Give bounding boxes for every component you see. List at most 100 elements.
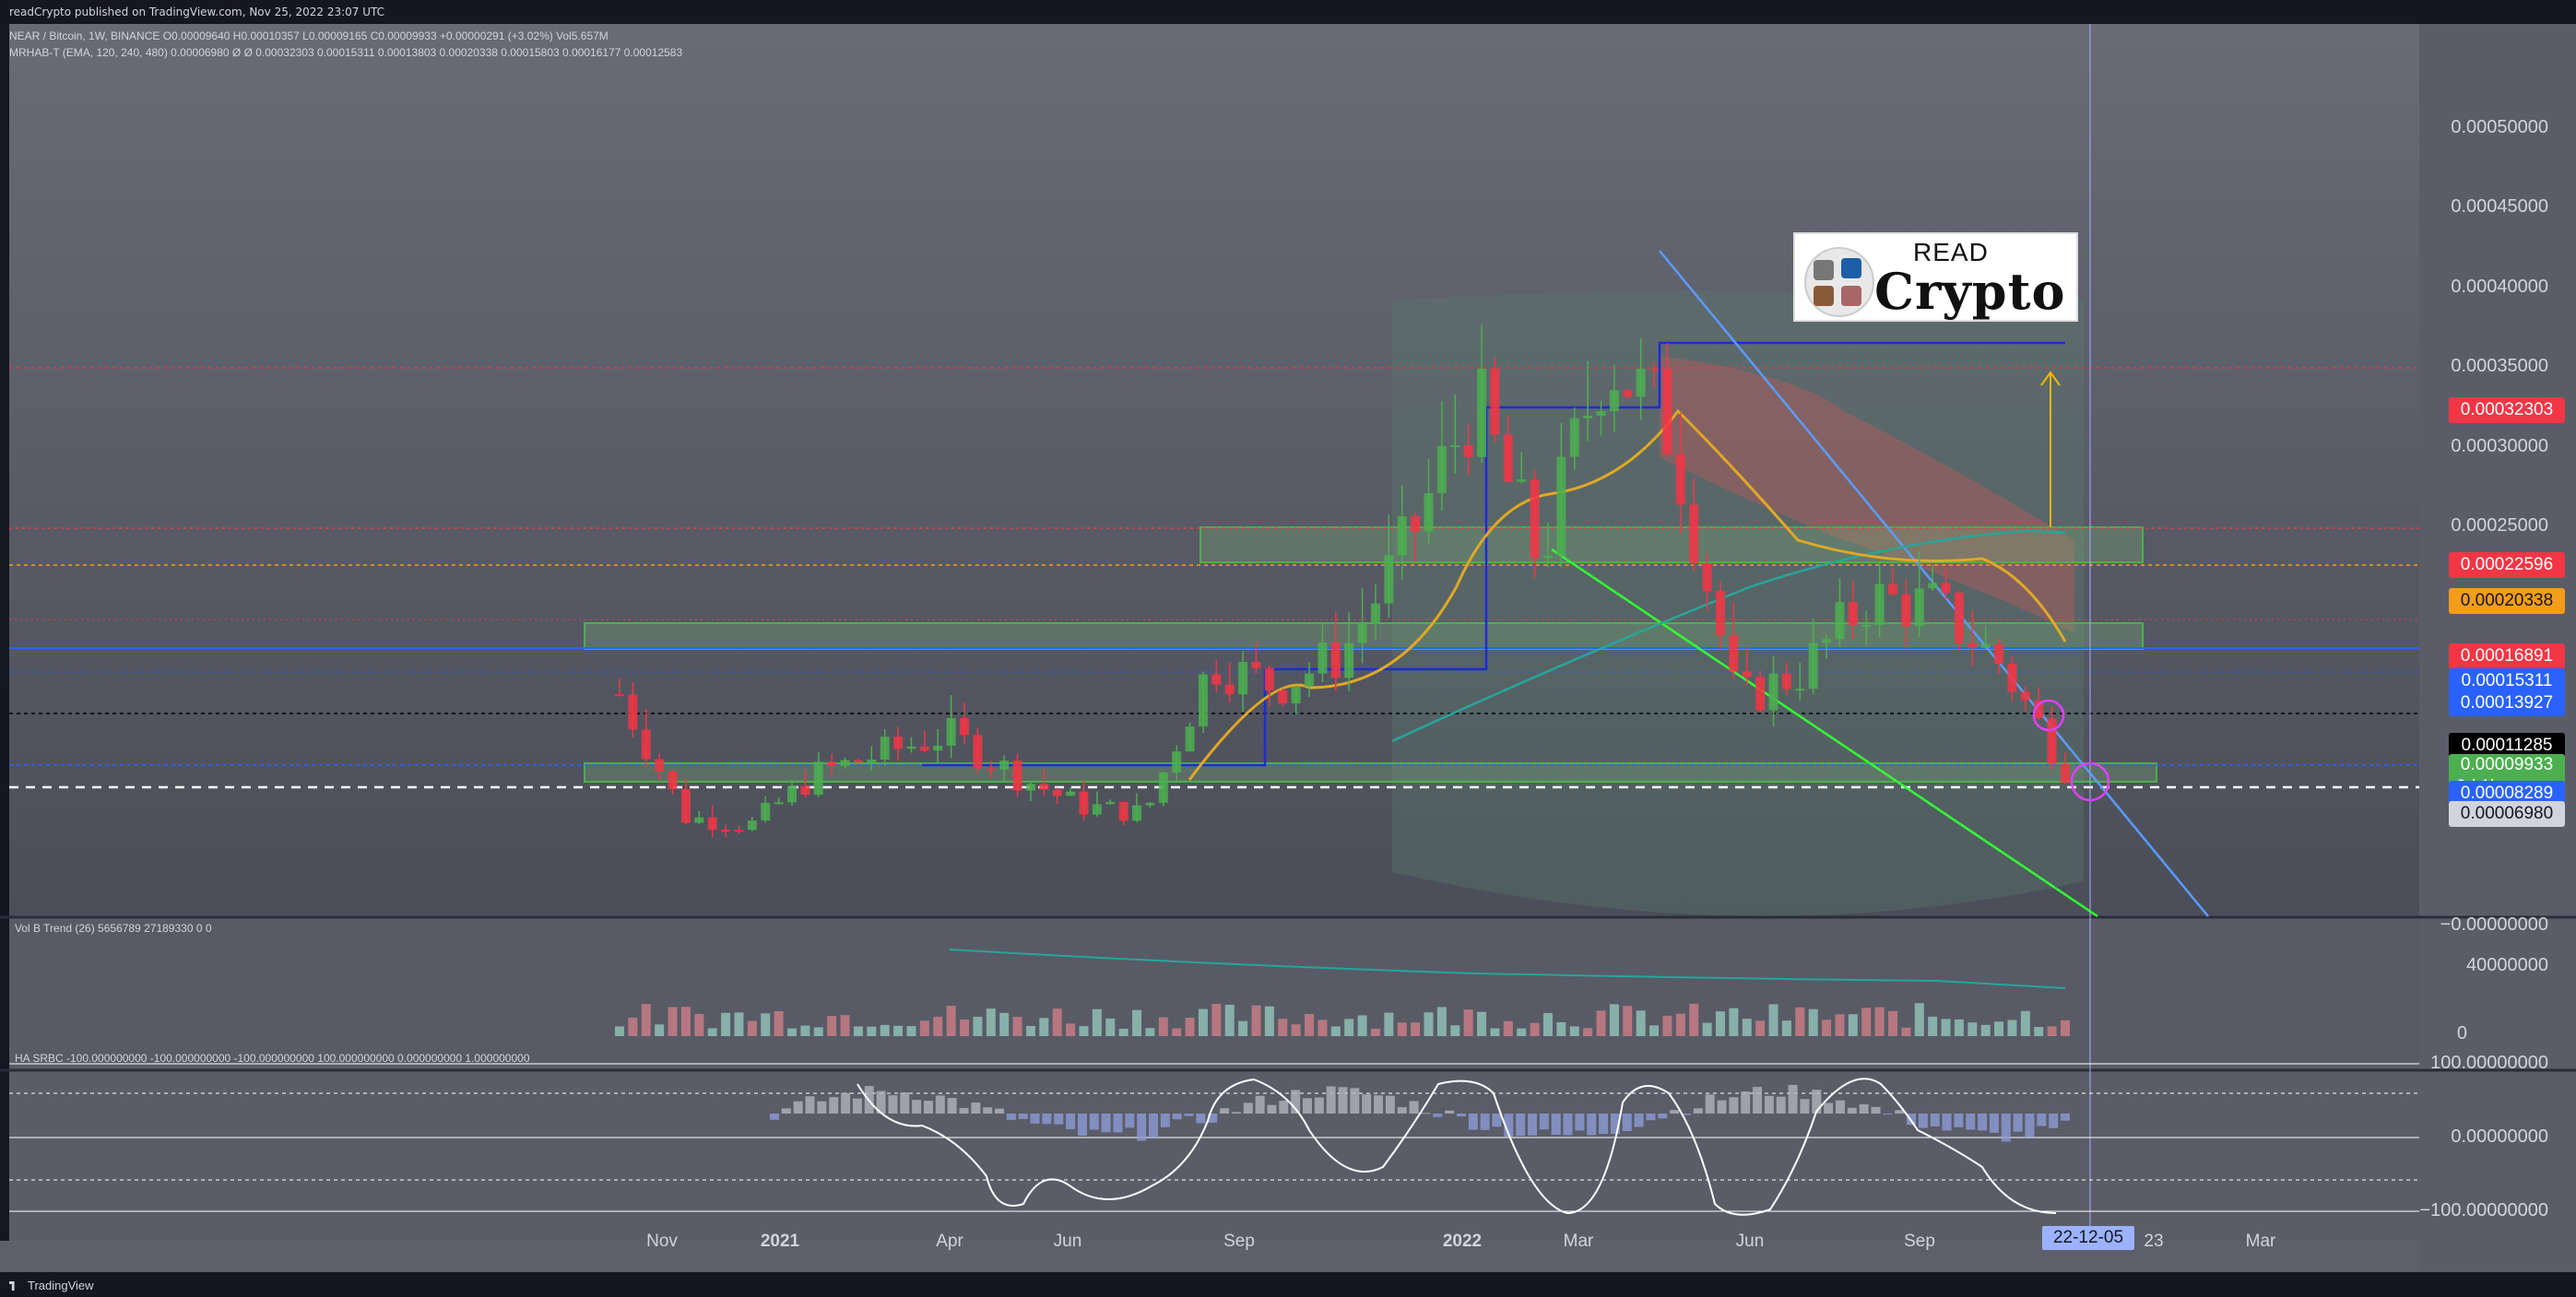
volume-bar bbox=[1172, 1028, 1182, 1036]
ha-legend: HA SRBC -100.000000000 -100.000000000 -1… bbox=[15, 1052, 530, 1065]
ha-bar bbox=[1267, 1104, 1277, 1114]
volume-bar bbox=[840, 1015, 850, 1036]
volume-bar bbox=[1224, 1004, 1235, 1036]
volume-bar bbox=[999, 1012, 1010, 1036]
volume-bar bbox=[1675, 1013, 1685, 1036]
volume-bar bbox=[1370, 1028, 1380, 1036]
volume-bar bbox=[2020, 1010, 2030, 1036]
volume-bar bbox=[1477, 1011, 1487, 1036]
time-tick: Mar bbox=[1563, 1232, 1594, 1251]
volume-bar bbox=[1715, 1011, 1725, 1036]
ha-bar bbox=[1220, 1108, 1230, 1114]
price-tick: 0.00035000 bbox=[2451, 356, 2548, 377]
candle-body bbox=[1251, 662, 1261, 668]
candle-body bbox=[999, 761, 1010, 770]
ha-bar bbox=[1184, 1114, 1194, 1116]
volume-bar bbox=[641, 1004, 651, 1036]
volume-bar bbox=[1636, 1010, 1646, 1036]
volume-bar bbox=[867, 1026, 877, 1036]
candle-body bbox=[933, 745, 943, 751]
ha-bar bbox=[1030, 1114, 1040, 1124]
ha-bar bbox=[1445, 1110, 1455, 1114]
time-tick: 23 bbox=[2144, 1232, 2164, 1251]
candle-body bbox=[1649, 368, 1660, 371]
chart-canvas[interactable] bbox=[0, 24, 2576, 1272]
volume-bar bbox=[1954, 1019, 1964, 1036]
volume-bar bbox=[919, 1020, 929, 1036]
candle-body bbox=[1450, 445, 1460, 448]
ha-bar bbox=[1587, 1114, 1597, 1136]
candle-body bbox=[1835, 602, 1845, 640]
candle-body bbox=[1118, 801, 1128, 821]
candle-body bbox=[761, 802, 771, 821]
ha-bar bbox=[1480, 1114, 1490, 1130]
ha-bar bbox=[1942, 1114, 1952, 1131]
volume-bar bbox=[1291, 1024, 1301, 1036]
volume-bar bbox=[1980, 1024, 1991, 1036]
ha-tick: 100.00000000 bbox=[2430, 1053, 2548, 1073]
candle-body bbox=[1503, 434, 1513, 482]
ha-bar bbox=[1433, 1114, 1443, 1117]
volume-bar bbox=[906, 1026, 916, 1036]
candle-body bbox=[1330, 643, 1341, 678]
volume-bar bbox=[680, 1007, 691, 1036]
ha-bar bbox=[995, 1108, 1005, 1114]
volume-bar bbox=[707, 1028, 717, 1036]
ha-bar bbox=[1172, 1114, 1182, 1120]
candle-body bbox=[2020, 691, 2030, 701]
candle-body bbox=[680, 789, 691, 823]
ha-bar bbox=[1634, 1114, 1644, 1127]
candle-body bbox=[1291, 686, 1301, 704]
candle-body bbox=[721, 830, 731, 832]
ha-bar bbox=[1077, 1114, 1087, 1136]
volume-bar bbox=[1092, 1008, 1102, 1036]
ha-bar bbox=[1989, 1114, 1999, 1133]
vol-legend: Vol B Trend (26) 5656789 27189330 0 0 bbox=[15, 922, 212, 935]
volume-bar bbox=[774, 1010, 784, 1036]
time-tick: 2022 bbox=[1442, 1232, 1483, 1251]
volume-bar bbox=[1039, 1018, 1049, 1036]
volume-bar bbox=[1066, 1023, 1076, 1036]
ha-bar bbox=[852, 1098, 862, 1114]
ha-bar bbox=[829, 1097, 839, 1114]
volume-bar bbox=[1397, 1022, 1407, 1036]
price-tick: 0.00045000 bbox=[2451, 196, 2548, 218]
volume-bar bbox=[1901, 1027, 1911, 1036]
volume-bar bbox=[1530, 1022, 1540, 1036]
candle-body bbox=[1609, 390, 1619, 412]
price-label-text: 0.00008289 bbox=[2460, 783, 2554, 803]
candle-body bbox=[919, 746, 929, 751]
candle-body bbox=[1848, 602, 1858, 626]
volume-bar bbox=[800, 1025, 810, 1036]
volume-bar bbox=[734, 1012, 744, 1036]
price-label-text: 0.00032303 bbox=[2460, 399, 2554, 419]
candle-body bbox=[1636, 368, 1646, 397]
volume-bar bbox=[893, 1025, 904, 1036]
publish-text: readCrypto published on TradingView.com,… bbox=[9, 6, 385, 18]
volume-bar bbox=[1264, 1006, 1274, 1036]
candle-body bbox=[1370, 603, 1380, 623]
time-tick: Nov bbox=[646, 1232, 678, 1251]
candle-body bbox=[827, 761, 837, 766]
volume-bar bbox=[655, 1024, 665, 1036]
volume-bar bbox=[933, 1017, 943, 1036]
volume-bar bbox=[1835, 1014, 1845, 1036]
candle-body bbox=[1689, 504, 1699, 563]
volume-bar bbox=[880, 1024, 890, 1036]
candle-body bbox=[1079, 791, 1089, 815]
volume-bar bbox=[827, 1016, 837, 1036]
candle-body bbox=[734, 830, 744, 832]
volume-bar bbox=[1928, 1016, 1938, 1036]
volume-bar bbox=[1211, 1003, 1222, 1036]
ha-bar bbox=[1338, 1087, 1348, 1114]
volume-bar bbox=[1251, 1005, 1261, 1036]
ha-bar bbox=[1492, 1114, 1502, 1127]
time-tick: Mar bbox=[2245, 1232, 2276, 1251]
volume-bar bbox=[1689, 1003, 1699, 1036]
candle-body bbox=[1542, 555, 1553, 559]
volume-bar bbox=[1424, 1012, 1434, 1036]
tradingview-brand[interactable]: TradingView bbox=[9, 1279, 94, 1292]
candle-body bbox=[694, 817, 704, 823]
candle-body bbox=[1715, 591, 1725, 636]
volume-bar bbox=[628, 1017, 638, 1036]
